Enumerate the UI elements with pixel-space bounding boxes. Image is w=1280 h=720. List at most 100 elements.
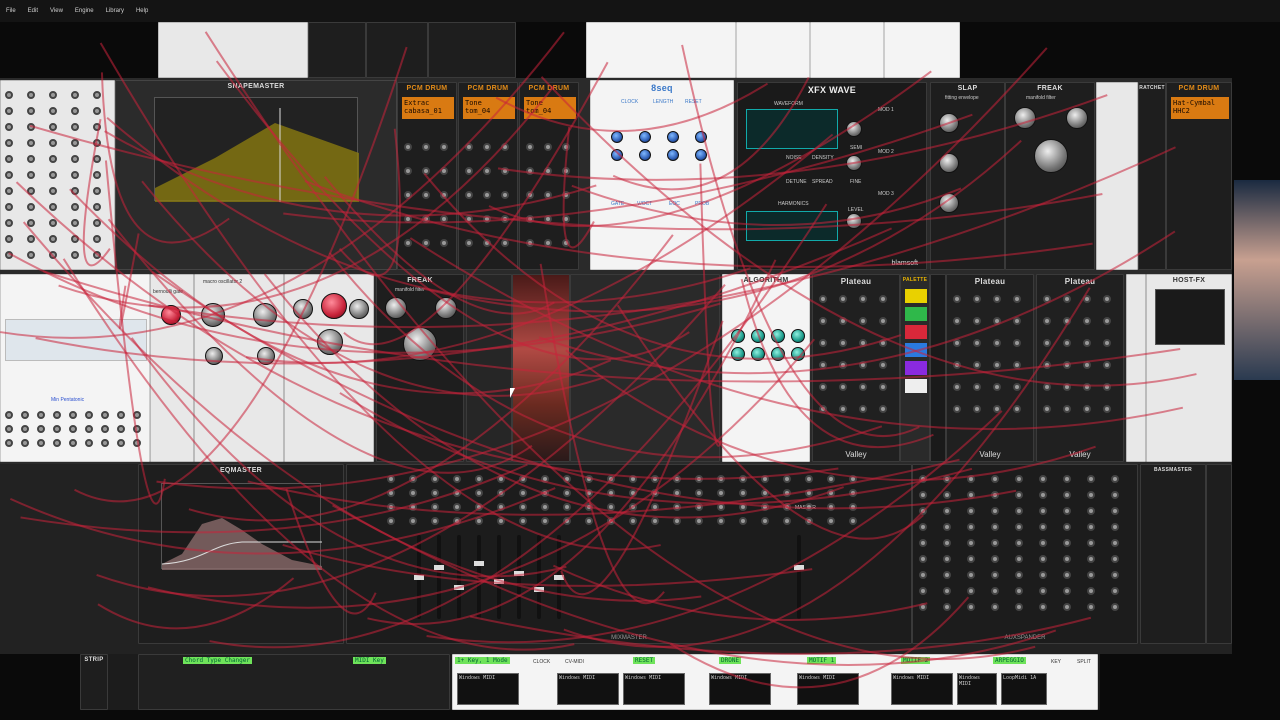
jack[interactable] [1015,539,1023,547]
jack[interactable] [387,489,395,497]
jack[interactable] [1015,523,1023,531]
jack[interactable] [585,517,593,525]
jack[interactable] [991,571,999,579]
mix-fader-6[interactable] [514,535,524,619]
jack[interactable] [1083,383,1091,391]
jack[interactable] [93,139,101,147]
freak-2-drive-knob[interactable] [435,297,457,319]
jack[interactable] [991,507,999,515]
jack[interactable] [1087,587,1095,595]
jack[interactable] [761,503,769,511]
jack[interactable] [5,203,13,211]
jack[interactable] [967,523,975,531]
jack[interactable] [919,555,927,563]
jack[interactable] [651,517,659,525]
module-trigger-matrix[interactable] [0,80,115,270]
jack[interactable] [1111,491,1119,499]
jack[interactable] [5,139,13,147]
jack[interactable] [1087,555,1095,563]
jack[interactable] [1015,507,1023,515]
jack[interactable] [1063,339,1071,347]
module-auxspander[interactable]: AUXSPANDER [912,464,1138,644]
jack[interactable] [562,167,570,175]
row2-filter-knob-1[interactable] [293,299,313,319]
algorithm-op-button[interactable] [771,329,785,343]
jack[interactable] [453,503,461,511]
mix-fader-5[interactable] [494,535,504,619]
jack[interactable] [1015,475,1023,483]
jack[interactable] [805,517,813,525]
jack[interactable] [117,425,125,433]
jack[interactable] [839,339,847,347]
module-bernoulli-2[interactable]: bernoulli gate [150,274,194,462]
slap-sustain-knob[interactable] [939,193,959,213]
jack[interactable] [819,361,827,369]
menu-view[interactable]: View [50,8,63,14]
jack[interactable] [53,425,61,433]
jack[interactable] [1087,491,1095,499]
module-freak-2[interactable]: FREAK manifold filter [376,274,464,462]
jack[interactable] [953,295,961,303]
midi-device-display-7[interactable]: Windows MIDI [957,673,997,705]
jack[interactable] [859,383,867,391]
jack[interactable] [562,143,570,151]
module-bogaudio-1[interactable] [736,22,810,78]
jack[interactable] [993,317,1001,325]
jack[interactable] [5,251,13,259]
jack[interactable] [879,317,887,325]
jack[interactable] [991,555,999,563]
palette-swatch-purple[interactable] [905,361,927,375]
8seq-step-knob[interactable] [611,149,623,161]
jack[interactable] [1063,523,1071,531]
jack[interactable] [497,475,505,483]
jack[interactable] [673,475,681,483]
jack[interactable] [465,167,473,175]
jack[interactable] [651,489,659,497]
8seq-step-knob[interactable] [695,131,707,143]
jack[interactable] [5,219,13,227]
jack[interactable] [544,143,552,151]
8seq-step-knob[interactable] [639,131,651,143]
module-pcm-drum-4[interactable]: PCM DRUM Hat-Cymbal HHC2 [1166,82,1232,270]
jack[interactable] [1083,339,1091,347]
jack[interactable] [93,235,101,243]
jack[interactable] [1043,295,1051,303]
jack[interactable] [991,587,999,595]
module-blank-2[interactable] [570,274,720,462]
jack[interactable] [673,517,681,525]
jack[interactable] [21,439,29,447]
jack[interactable] [849,489,857,497]
jack[interactable] [49,187,57,195]
jack[interactable] [859,317,867,325]
jack[interactable] [27,251,35,259]
jack[interactable] [483,191,491,199]
algorithm-op-button[interactable] [751,347,765,361]
jack[interactable] [953,361,961,369]
jack[interactable] [563,475,571,483]
module-xfx-wave[interactable]: XFX WAVE WAVEFORM MOD 1 MOD 2 MOD 3 HARM… [737,82,927,270]
jack[interactable] [71,123,79,131]
module-vult-top-2[interactable] [366,22,428,78]
jack[interactable] [93,171,101,179]
palette-swatch-white[interactable] [905,379,927,393]
jack[interactable] [879,339,887,347]
jack[interactable] [1013,295,1021,303]
jack[interactable] [1063,475,1071,483]
jack[interactable] [1103,361,1111,369]
freak-2-cutoff-knob[interactable] [403,327,437,361]
module-bassmaster[interactable]: BASSMASTER [1140,464,1206,644]
jack[interactable] [422,239,430,247]
jack[interactable] [1083,405,1091,413]
row2-filter-knob-4[interactable] [317,329,343,355]
jack[interactable] [37,411,45,419]
jack[interactable] [409,503,417,511]
freak-2-res-knob[interactable] [385,297,407,319]
jack[interactable] [919,539,927,547]
jack[interactable] [973,295,981,303]
jack[interactable] [1087,571,1095,579]
jack[interactable] [973,405,981,413]
jack[interactable] [501,143,509,151]
module-xfx-side[interactable] [930,274,946,462]
jack[interactable] [49,203,57,211]
module-pcm-drum-1[interactable]: PCM DRUM Extrac cabasa_01 [397,82,457,270]
